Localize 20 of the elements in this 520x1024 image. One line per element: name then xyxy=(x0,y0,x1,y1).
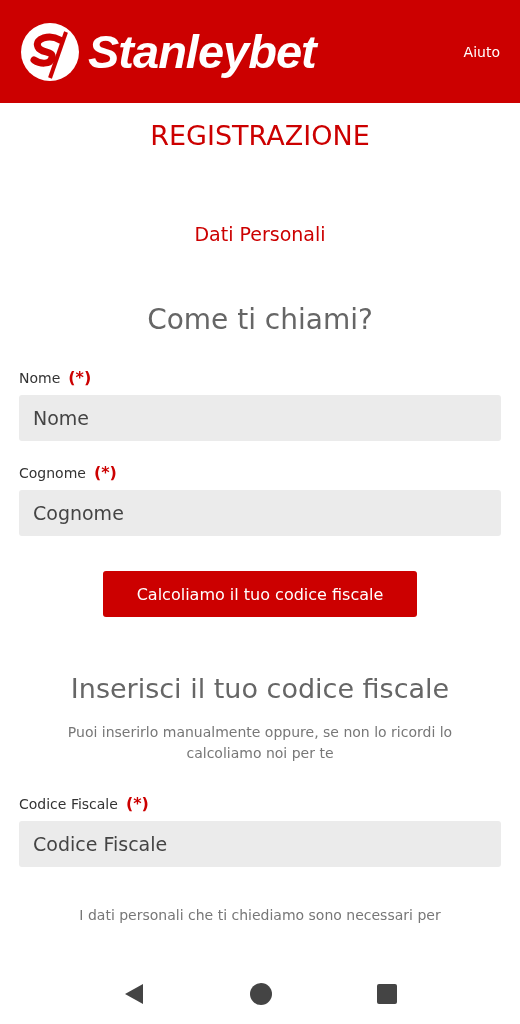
input-field[interactable]: Nome xyxy=(19,395,501,441)
section-heading: Inserisci il tuo codice fiscale xyxy=(69,673,451,704)
field-label: Codice Fiscale xyxy=(19,795,118,812)
help-link[interactable]: Aiuto xyxy=(463,43,500,60)
home-icon[interactable] xyxy=(250,983,272,1005)
required-mark: (*) xyxy=(68,368,92,387)
step-title: Dati Personali xyxy=(193,223,327,245)
info-text: I dati personali che ti chiediamo sono necessari per xyxy=(78,907,442,923)
calculate-button[interactable]: Calcoliamo il tuo codice fiscale xyxy=(103,571,417,617)
required-mark: (*) xyxy=(93,463,117,482)
field-label: Nome xyxy=(19,369,61,386)
input-field[interactable]: Cognome xyxy=(19,490,501,536)
logo-icon xyxy=(20,21,80,82)
page-title: REGISTRAZIONE xyxy=(149,120,371,151)
required-mark: (*) xyxy=(125,794,149,813)
input-field[interactable]: Codice Fiscale xyxy=(19,821,501,867)
section-description: Puoi inserirlo manualmente oppure, se non lo ricordi lo calcoliamo noi per te xyxy=(66,723,454,763)
back-icon[interactable] xyxy=(123,983,145,1005)
section-heading: Come ti chiami? xyxy=(146,303,374,336)
field-label: Cognome xyxy=(19,464,86,481)
